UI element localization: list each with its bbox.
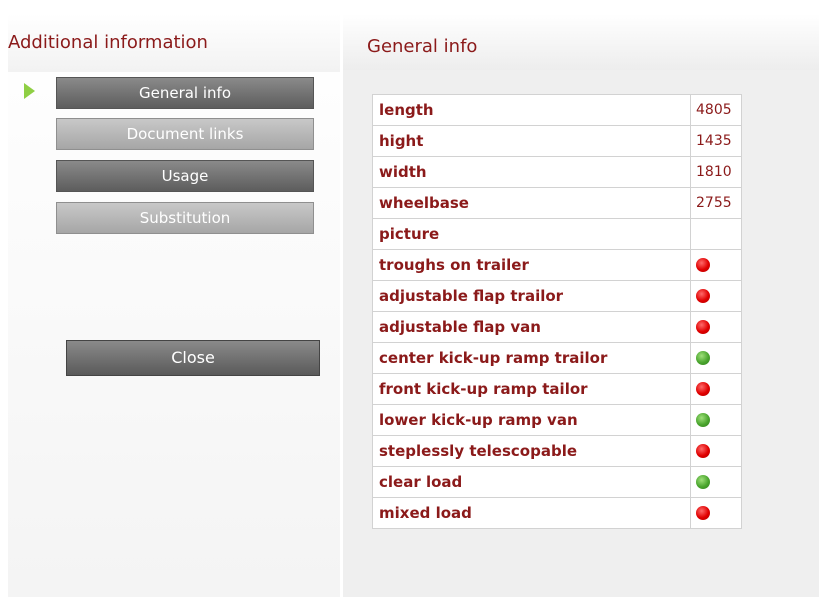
status-cell: [690, 373, 742, 405]
substitution-button[interactable]: Substitution: [56, 202, 314, 234]
table-row: adjustable flap trailor: [372, 280, 742, 312]
property-value: 1435: [690, 125, 742, 157]
property-name: front kick-up ramp tailor: [372, 373, 691, 405]
page-title: General info: [367, 36, 478, 57]
active-item-arrow-icon: [24, 83, 35, 99]
table-row: troughs on trailer: [372, 249, 742, 281]
property-name: picture: [372, 218, 691, 250]
red-status-dot-icon: [696, 382, 710, 396]
general-info-button[interactable]: General info: [56, 77, 314, 109]
property-name: length: [372, 94, 691, 126]
property-value: [690, 218, 742, 250]
status-cell: [690, 311, 742, 343]
property-name: adjustable flap van: [372, 311, 691, 343]
property-name: hight: [372, 125, 691, 157]
table-row: center kick-up ramp trailor: [372, 342, 742, 374]
usage-button[interactable]: Usage: [56, 160, 314, 192]
green-status-dot-icon: [696, 413, 710, 427]
property-name: width: [372, 156, 691, 188]
table-row: clear load: [372, 466, 742, 498]
table-row: front kick-up ramp tailor: [372, 373, 742, 405]
table-row: mixed load: [372, 497, 742, 529]
red-status-dot-icon: [696, 289, 710, 303]
property-name: troughs on trailer: [372, 249, 691, 281]
document-links-button[interactable]: Document links: [56, 118, 314, 150]
property-value: 4805: [690, 94, 742, 126]
property-name: mixed load: [372, 497, 691, 529]
property-value: 1810: [690, 156, 742, 188]
general-info-table: length 4805 hight 1435 width 1810 wheelbase 275…: [372, 94, 742, 529]
status-cell: [690, 249, 742, 281]
status-cell: [690, 404, 742, 436]
table-row: width 1810: [372, 156, 742, 188]
table-row: picture: [372, 218, 742, 250]
table-row: hight 1435: [372, 125, 742, 157]
green-status-dot-icon: [696, 351, 710, 365]
main-header: General info: [343, 14, 819, 70]
table-row: steplessly telescopable: [372, 435, 742, 467]
top-border: [0, 0, 819, 10]
status-cell: [690, 342, 742, 374]
table-row: wheelbase 2755: [372, 187, 742, 219]
status-cell: [690, 435, 742, 467]
sidebar-title: Additional information: [8, 32, 208, 53]
property-name: lower kick-up ramp van: [372, 404, 691, 436]
status-cell: [690, 466, 742, 498]
property-value: 2755: [690, 187, 742, 219]
green-status-dot-icon: [696, 475, 710, 489]
property-name: adjustable flap trailor: [372, 280, 691, 312]
red-status-dot-icon: [696, 506, 710, 520]
status-cell: [690, 280, 742, 312]
red-status-dot-icon: [696, 320, 710, 334]
status-cell: [690, 497, 742, 529]
property-name: center kick-up ramp trailor: [372, 342, 691, 374]
red-status-dot-icon: [696, 444, 710, 458]
table-row: length 4805: [372, 94, 742, 126]
sidebar-header: Additional information: [8, 14, 340, 72]
table-row: adjustable flap van: [372, 311, 742, 343]
property-name: wheelbase: [372, 187, 691, 219]
red-status-dot-icon: [696, 258, 710, 272]
table-row: lower kick-up ramp van: [372, 404, 742, 436]
property-name: clear load: [372, 466, 691, 498]
close-button[interactable]: Close: [66, 340, 320, 376]
property-name: steplessly telescopable: [372, 435, 691, 467]
